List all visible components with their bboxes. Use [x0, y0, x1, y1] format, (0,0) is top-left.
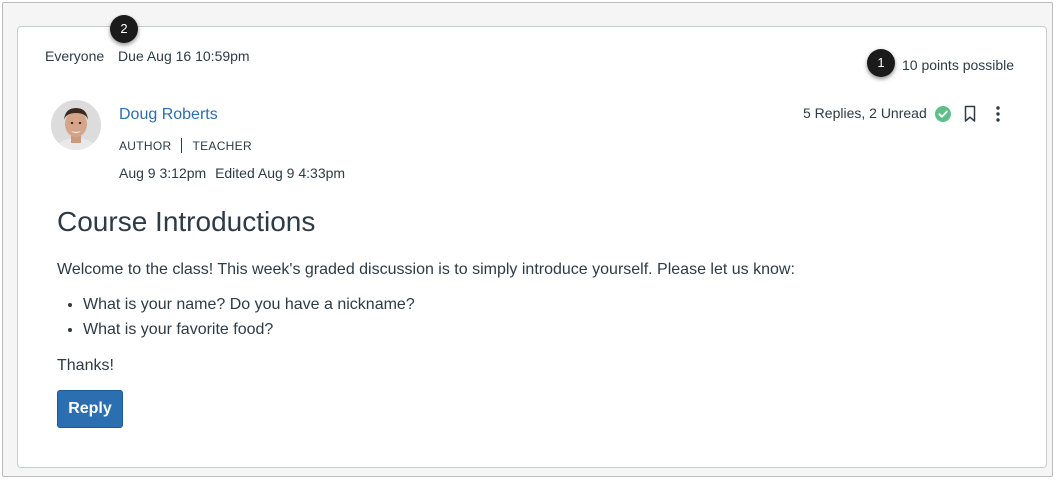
- discussion-closing: Thanks!: [57, 357, 114, 374]
- avatar-portrait: [51, 100, 101, 150]
- role-author-label: AUTHOR: [119, 138, 172, 153]
- published-check-icon: [935, 106, 951, 122]
- list-item: What is your favorite food?: [83, 320, 415, 345]
- replies-count: 5 Replies, 2 Unread: [803, 105, 927, 121]
- discussion-card: [17, 26, 1047, 468]
- posted-time: Aug 9 3:12pm: [119, 165, 207, 181]
- post-timestamps: Aug 9 3:12pm Edited Aug 9 4:33pm: [119, 165, 345, 181]
- edited-time: Edited Aug 9 4:33pm: [215, 165, 346, 181]
- kebab-menu-icon[interactable]: [991, 105, 1005, 123]
- callout-badge-2: 2: [110, 15, 138, 43]
- author-name-link[interactable]: Doug Roberts: [119, 106, 218, 124]
- assignment-meta: Everyone Due Aug 16 10:59pm: [45, 48, 250, 64]
- avatar[interactable]: [51, 100, 101, 150]
- role-teacher-label: TEACHER: [192, 138, 252, 153]
- discussion-questions: What is your name? Do you have a nicknam…: [57, 295, 415, 345]
- role-divider: [181, 138, 183, 153]
- audience-label: Everyone: [45, 48, 105, 64]
- bookmark-icon[interactable]: [963, 105, 977, 123]
- points-possible: 10 points possible: [902, 57, 1015, 73]
- discussion-intro: Welcome to the class! This week's graded…: [57, 261, 795, 278]
- reply-button[interactable]: Reply: [57, 390, 123, 428]
- callout-badge-1: 1: [867, 49, 895, 77]
- discussion-title: Course Introductions: [57, 206, 316, 237]
- list-item: What is your name? Do you have a nicknam…: [83, 295, 415, 320]
- due-date: Due Aug 16 10:59pm: [118, 48, 250, 64]
- screenshot-frame: [2, 2, 1053, 477]
- author-roles: AUTHOR TEACHER: [119, 138, 252, 153]
